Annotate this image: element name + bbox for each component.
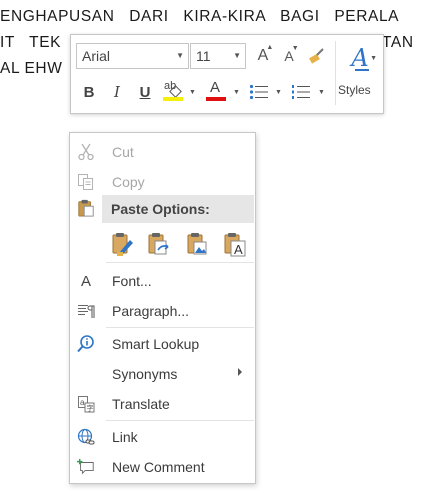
paste-keep-text-only-icon[interactable]: A bbox=[222, 232, 248, 258]
menu-item-label: Smart Lookup bbox=[112, 336, 200, 352]
chevron-down-icon[interactable]: ▼ bbox=[318, 89, 325, 96]
italic-button[interactable]: I bbox=[105, 80, 129, 104]
svg-text:字: 字 bbox=[87, 404, 94, 413]
format-painter-button[interactable] bbox=[305, 44, 329, 68]
font-size-value: 11 bbox=[196, 48, 211, 64]
mini-toolbar: Arial ▼ 11 ▼ A ▲ A ▼ A ▼ Styles B I U ab… bbox=[70, 34, 384, 114]
italic-glyph: I bbox=[114, 83, 120, 101]
menu-item-synonyms[interactable]: Synonyms bbox=[71, 360, 254, 388]
paste-picture-icon[interactable] bbox=[185, 232, 211, 258]
menu-item-new-comment[interactable]: New Comment bbox=[71, 453, 254, 481]
document-line-1: ENGHAPUSAN DARI KIRA-KIRA BAGI PERALA bbox=[0, 8, 400, 25]
underline-glyph: U bbox=[139, 83, 151, 101]
chevron-down-icon: ▼ bbox=[370, 55, 377, 62]
menu-item-label: Translate bbox=[112, 396, 170, 412]
bold-glyph: B bbox=[83, 83, 95, 101]
font-icon: A bbox=[77, 272, 95, 290]
menu-item-paragraph[interactable]: Paragraph... bbox=[71, 297, 254, 325]
menu-item-label: Copy bbox=[112, 174, 145, 190]
document-line-3: AL EHW bbox=[0, 60, 63, 77]
chevron-down-icon[interactable]: ▼ bbox=[189, 89, 196, 96]
paragraph-icon bbox=[77, 302, 95, 320]
highlight-icon: ab bbox=[162, 79, 184, 103]
context-menu: Cut Copy Paste Options: A A Font... Para… bbox=[69, 132, 256, 484]
document-line-2-tail: TAN bbox=[382, 34, 414, 51]
font-icon-glyph: A bbox=[80, 272, 91, 290]
menu-separator bbox=[106, 327, 254, 328]
underline-button[interactable]: U bbox=[133, 80, 157, 104]
styles-button[interactable]: A ▼ bbox=[343, 43, 377, 73]
font-size-combobox[interactable]: 11 ▼ bbox=[190, 43, 246, 69]
clipboard-icon bbox=[77, 199, 95, 217]
translate-icon: a 字 bbox=[77, 395, 95, 413]
menu-item-label: Font... bbox=[112, 273, 152, 289]
menu-separator bbox=[106, 262, 254, 263]
font-color-icon: A bbox=[205, 79, 227, 103]
menu-item-translate[interactable]: a 字 Translate bbox=[71, 390, 254, 418]
menu-item-smart-lookup[interactable]: Smart Lookup bbox=[71, 330, 254, 358]
highlight-button[interactable]: ab bbox=[160, 79, 186, 103]
font-name-combobox[interactable]: Arial ▼ bbox=[76, 43, 189, 69]
styles-label: Styles bbox=[338, 83, 371, 97]
menu-item-label: Paragraph... bbox=[112, 303, 190, 319]
numbered-list-icon bbox=[292, 85, 310, 99]
paste-options-header: Paste Options: bbox=[102, 195, 254, 223]
paste-merge-formatting-icon[interactable] bbox=[146, 232, 172, 258]
chevron-down-icon: ▼ bbox=[176, 51, 184, 60]
svg-text:A: A bbox=[234, 242, 243, 257]
paste-keep-source-formatting-icon[interactable] bbox=[110, 232, 136, 258]
svg-text:a: a bbox=[80, 398, 85, 407]
font-name-value: Arial bbox=[82, 48, 111, 64]
menu-item-cut[interactable]: Cut bbox=[71, 138, 254, 166]
link-globe-icon bbox=[77, 428, 95, 446]
menu-item-font[interactable]: A Font... bbox=[71, 267, 254, 295]
document-line-2: IT TEK bbox=[0, 34, 62, 51]
styles-icon: A bbox=[351, 44, 370, 72]
bold-button[interactable]: B bbox=[77, 80, 101, 104]
bullets-button[interactable] bbox=[247, 80, 271, 104]
menu-item-label: Link bbox=[112, 429, 138, 445]
menu-item-link[interactable]: Link bbox=[71, 423, 254, 451]
paste-options-label: Paste Options: bbox=[111, 201, 210, 217]
scissors-icon bbox=[77, 143, 95, 161]
chevron-down-icon: ▼ bbox=[233, 51, 241, 60]
chevron-down-icon[interactable]: ▼ bbox=[275, 89, 282, 96]
styles-glyph: A bbox=[351, 44, 369, 72]
new-comment-icon bbox=[77, 458, 95, 476]
font-color-glyph: A bbox=[210, 79, 221, 96]
format-painter-icon bbox=[309, 48, 324, 64]
menu-item-label: Synonyms bbox=[112, 366, 178, 382]
numbering-button[interactable] bbox=[289, 80, 313, 104]
chevron-down-icon[interactable]: ▼ bbox=[233, 89, 240, 96]
font-color-button[interactable]: A bbox=[204, 79, 228, 103]
grow-font-button[interactable]: A ▲ bbox=[251, 44, 275, 68]
menu-item-label: New Comment bbox=[112, 459, 205, 475]
copy-icon bbox=[77, 173, 95, 191]
smart-lookup-icon bbox=[77, 335, 95, 353]
grow-font-icon: A ▲ bbox=[257, 44, 274, 64]
shrink-font-icon: A ▼ bbox=[284, 45, 299, 64]
menu-item-copy[interactable]: Copy bbox=[71, 168, 254, 196]
bullet-list-icon bbox=[249, 84, 268, 100]
menu-separator bbox=[106, 420, 254, 421]
submenu-arrow-icon bbox=[238, 368, 242, 376]
menu-item-label: Cut bbox=[112, 144, 134, 160]
shrink-font-button[interactable]: A ▼ bbox=[277, 44, 301, 68]
toolbar-separator bbox=[335, 41, 336, 105]
